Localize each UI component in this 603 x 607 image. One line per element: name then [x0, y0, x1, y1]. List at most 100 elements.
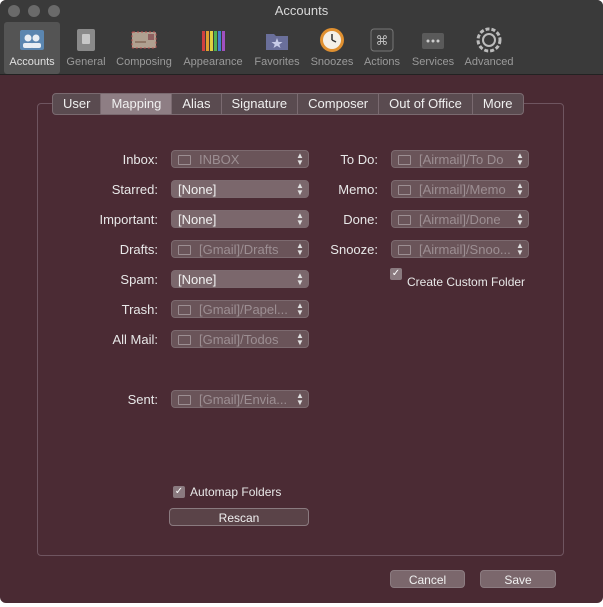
- title-bar: Accounts: [0, 0, 603, 22]
- starred-folder-select[interactable]: [None] ▲ ▼: [171, 180, 309, 198]
- select-value: [Gmail]/Todos: [199, 332, 279, 347]
- toolbar-item-services[interactable]: Services: [408, 22, 458, 74]
- rescan-button[interactable]: Rescan: [169, 508, 309, 526]
- select-value: [Gmail]/Envia...: [199, 392, 288, 407]
- automap-folders-label: Automap Folders: [190, 485, 282, 499]
- folder-icon: [398, 184, 411, 195]
- folder-icon: [178, 244, 191, 255]
- starred-label: Starred:: [111, 182, 158, 197]
- stepper-arrows-icon: ▲ ▼: [516, 241, 524, 257]
- toolbar-item-favorites[interactable]: Favorites: [250, 22, 304, 74]
- important-label: Important:: [99, 212, 158, 227]
- stepper-arrows-icon: ▲ ▼: [296, 301, 304, 317]
- select-value: [None]: [178, 182, 217, 197]
- stepper-arrows-icon: ▲ ▼: [296, 391, 304, 407]
- create-custom-folder-label: Create Custom Folder: [407, 275, 526, 289]
- drafts-folder-select[interactable]: [Gmail]/Drafts ▲ ▼: [171, 240, 309, 258]
- toolbar-item-actions[interactable]: ⌘ Actions: [360, 22, 404, 74]
- tab-alias[interactable]: Alias: [172, 94, 222, 114]
- sent-folder-select[interactable]: [Gmail]/Envia... ▲ ▼: [171, 390, 309, 408]
- stepper-arrows-icon: ▲ ▼: [516, 181, 524, 197]
- general-icon: [77, 29, 95, 51]
- stepper-arrows-icon: ▲ ▼: [296, 151, 304, 167]
- spam-label: Spam:: [120, 272, 158, 287]
- services-icon: [422, 33, 444, 49]
- snoozes-icon: [320, 28, 344, 52]
- folder-icon: [178, 304, 191, 315]
- svg-text:⌘: ⌘: [376, 34, 389, 49]
- toolbar-item-advanced[interactable]: Advanced: [460, 22, 518, 74]
- toolbar-label: Actions: [363, 56, 401, 68]
- tab-out-of-office[interactable]: Out of Office: [379, 94, 473, 114]
- select-value: [Airmail]/Memo: [419, 182, 506, 197]
- trash-folder-select[interactable]: [Gmail]/Papel... ▲ ▼: [171, 300, 309, 318]
- spam-folder-select[interactable]: [None] ▲ ▼: [171, 270, 309, 288]
- accounts-icon: [20, 30, 44, 50]
- toolbar-item-composing[interactable]: Composing: [112, 22, 176, 74]
- to-do-label: To Do:: [340, 152, 378, 167]
- to-do-folder-select[interactable]: [Airmail]/To Do ▲ ▼: [391, 150, 529, 168]
- toolbar-label: Advanced: [464, 56, 514, 68]
- important-folder-select[interactable]: [None] ▲ ▼: [171, 210, 309, 228]
- actions-icon: ⌘: [370, 28, 394, 52]
- preferences-window: Accounts Accounts General Composing Appe…: [0, 0, 603, 603]
- automap-folders-checkbox[interactable]: ✓: [173, 486, 185, 498]
- favorites-icon: [266, 34, 288, 50]
- stepper-arrows-icon: ▲ ▼: [516, 211, 524, 227]
- select-value: [Gmail]/Drafts: [199, 242, 279, 257]
- select-value: [Gmail]/Papel...: [199, 302, 288, 317]
- stepper-arrows-icon: ▲ ▼: [296, 181, 304, 197]
- done-folder-select[interactable]: [Airmail]/Done ▲ ▼: [391, 210, 529, 228]
- stepper-arrows-icon: ▲ ▼: [296, 211, 304, 227]
- tab-mapping[interactable]: Mapping: [101, 94, 173, 114]
- folder-icon: [178, 394, 191, 405]
- stepper-arrows-icon: ▲ ▼: [296, 241, 304, 257]
- cancel-button[interactable]: Cancel: [390, 570, 465, 588]
- folder-icon: [398, 244, 411, 255]
- tab-more[interactable]: More: [473, 94, 523, 114]
- toolbar-label: Favorites: [254, 56, 300, 68]
- tab-signature[interactable]: Signature: [222, 94, 299, 114]
- preferences-toolbar: Accounts General Composing Appearance Fa…: [0, 22, 603, 75]
- snooze-folder-select[interactable]: [Airmail]/Snoo... ▲ ▼: [391, 240, 529, 258]
- memo-label: Memo:: [338, 182, 378, 197]
- stepper-arrows-icon: ▲ ▼: [296, 271, 304, 287]
- toolbar-label: Snoozes: [310, 56, 354, 68]
- toolbar-item-snoozes[interactable]: Snoozes: [306, 22, 358, 74]
- select-value: [None]: [178, 212, 217, 227]
- done-label: Done:: [343, 212, 378, 227]
- all-mail-folder-select[interactable]: [Gmail]/Todos ▲ ▼: [171, 330, 309, 348]
- sent-label: Sent:: [127, 392, 158, 407]
- create-custom-folder-checkbox[interactable]: ✓: [390, 268, 402, 280]
- toolbar-item-accounts[interactable]: Accounts: [4, 22, 60, 74]
- window-title: Accounts: [274, 3, 329, 18]
- snooze-label: Snooze:: [330, 242, 378, 257]
- select-value: [Airmail]/Done: [419, 212, 501, 227]
- toolbar-label: Appearance: [183, 56, 243, 68]
- folder-icon: [178, 334, 191, 345]
- inbox-label: Inbox:: [122, 152, 158, 167]
- select-value: [Airmail]/To Do: [419, 152, 504, 167]
- toolbar-label: Accounts: [9, 56, 55, 68]
- folder-icon: [178, 154, 191, 165]
- trash-label: Trash:: [121, 302, 158, 317]
- select-value: [None]: [178, 272, 217, 287]
- toolbar-label: Composing: [116, 56, 172, 68]
- drafts-label: Drafts:: [119, 242, 158, 257]
- select-value: INBOX: [199, 152, 240, 167]
- account-tabs: User Mapping Alias Signature Composer Ou…: [52, 93, 524, 115]
- stepper-arrows-icon: ▲ ▼: [296, 331, 304, 347]
- tab-user[interactable]: User: [53, 94, 102, 114]
- appearance-icon: [202, 31, 225, 51]
- memo-folder-select[interactable]: [Airmail]/Memo ▲ ▼: [391, 180, 529, 198]
- folder-icon: [398, 154, 411, 165]
- tab-composer[interactable]: Composer: [298, 94, 380, 114]
- all-mail-label: All Mail:: [112, 332, 158, 347]
- toolbar-item-appearance[interactable]: Appearance: [180, 22, 246, 74]
- toolbar-item-general[interactable]: General: [62, 22, 110, 74]
- folder-icon: [398, 214, 411, 225]
- advanced-icon: [476, 27, 502, 53]
- save-button[interactable]: Save: [480, 570, 556, 588]
- toolbar-label: Services: [411, 56, 455, 68]
- inbox-folder-select[interactable]: INBOX ▲ ▼: [171, 150, 309, 168]
